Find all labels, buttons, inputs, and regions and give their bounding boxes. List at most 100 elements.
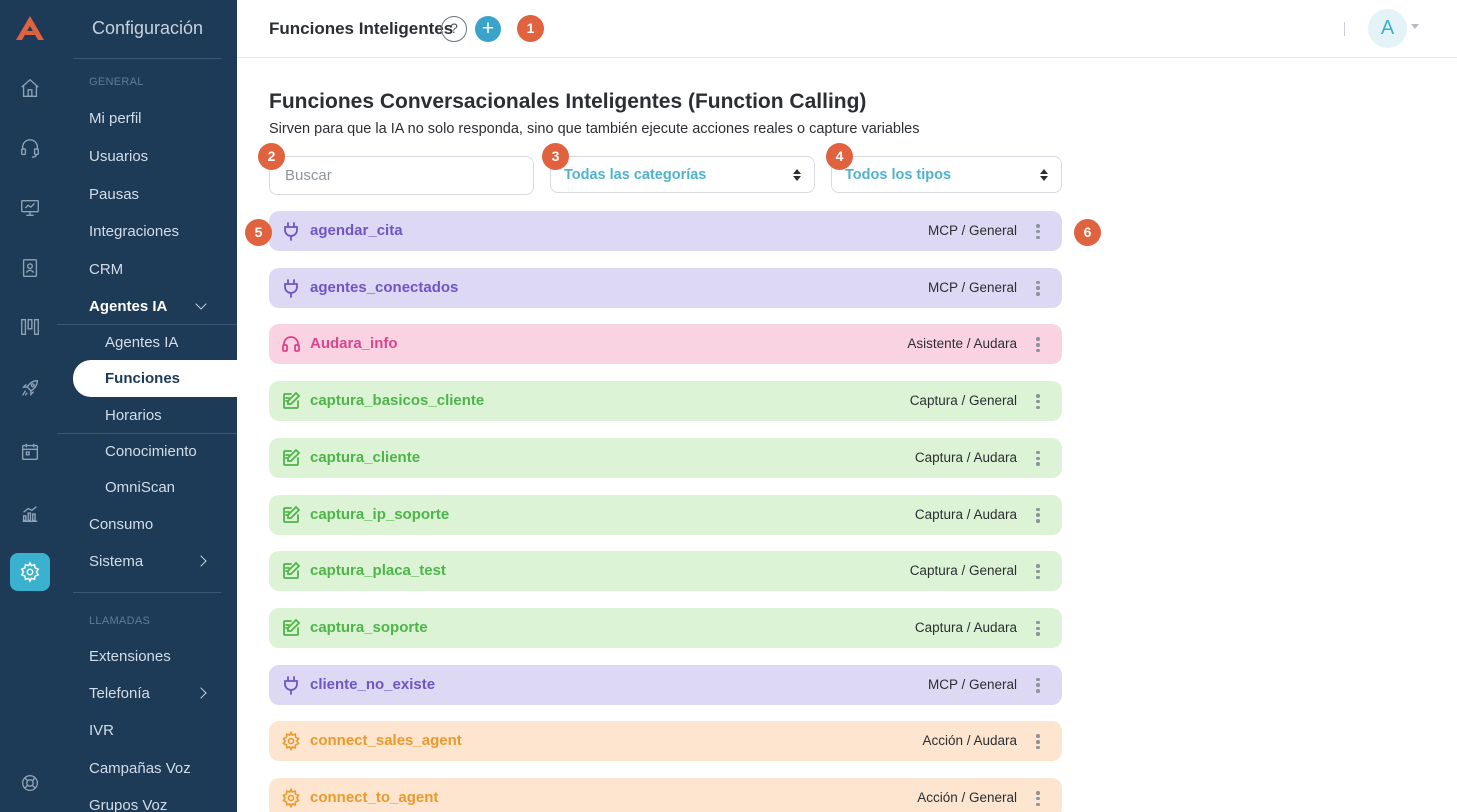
function-name[interactable]: cliente_no_existe [310,676,435,693]
more-options-icon[interactable] [1036,564,1040,580]
chevron-right-icon[interactable] [195,687,207,699]
menu-item-integraciones[interactable]: Integraciones [89,223,179,240]
more-options-icon[interactable] [1036,337,1040,353]
menu-item-telefonia[interactable]: Telefonía [89,685,150,702]
top-header: Funciones Inteligentes ? + A [237,0,1457,58]
tour-badge-6[interactable]: 6 [1074,219,1101,246]
submenu-item-conocimiento[interactable]: Conocimiento [105,443,197,460]
function-type: Acción / Audara [922,733,1017,749]
menu-item-campanas-voz[interactable]: Campañas Voz [89,760,191,777]
gear-icon [281,731,301,752]
tour-badge-1[interactable]: 1 [517,15,544,42]
kanban-icon[interactable] [16,313,44,341]
menu-item-crm[interactable]: CRM [89,261,123,278]
function-name[interactable]: captura_ip_soporte [310,506,449,523]
function-type: Captura / Audara [914,619,1017,635]
plug-icon [281,221,301,241]
more-options-icon[interactable] [1036,791,1040,806]
function-name[interactable]: connect_to_agent [310,789,438,806]
menu-divider [73,58,221,59]
menu-item-sistema[interactable]: Sistema [89,553,143,570]
menu-item-grupos-voz[interactable]: Grupos Voz [89,797,167,812]
menu-item-usuarios[interactable]: Usuarios [89,148,148,165]
function-row[interactable]: cliente_no_existe MCP / General [269,664,1062,705]
more-options-icon[interactable] [1036,507,1040,523]
app-logo[interactable] [14,14,46,42]
help-button[interactable]: ? [441,16,467,42]
header-title: Funciones Inteligentes [269,19,454,38]
section-llamadas: LLAMADAS [89,615,151,627]
function-type: MCP / General [927,279,1017,295]
capture-edit-icon [281,561,301,581]
chevron-right-icon[interactable] [195,555,207,567]
headset-icon[interactable] [16,134,44,162]
function-row[interactable]: connect_sales_agent Acción / Audara [269,721,1062,762]
more-options-icon[interactable] [1036,677,1040,693]
chevron-down-icon[interactable] [195,298,207,310]
analytics-icon[interactable] [16,500,44,528]
more-options-icon[interactable] [1036,224,1040,239]
function-row[interactable]: captura_placa_test Captura / General [269,551,1062,592]
home-icon[interactable] [16,74,44,102]
function-name[interactable]: captura_basicos_cliente [310,392,484,409]
menu-item-ivr[interactable]: IVR [89,722,114,739]
function-name[interactable]: agendar_cita [310,222,403,239]
plug-icon [281,675,301,695]
submenu-divider-top [57,324,237,325]
more-options-icon[interactable] [1036,734,1040,750]
submenu-item-horarios[interactable]: Horarios [105,407,162,424]
header-separator [1344,22,1345,36]
submenu-item-agentes-ia[interactable]: Agentes IA [105,334,178,351]
more-options-icon[interactable] [1036,280,1040,296]
more-options-icon[interactable] [1036,450,1040,466]
function-row[interactable]: captura_ip_soporte Captura / Audara [269,494,1062,535]
menu-item-mi-perfil[interactable]: Mi perfil [89,110,142,127]
tour-badge-3[interactable]: 3 [542,143,569,170]
tour-badge-2[interactable]: 2 [258,143,285,170]
function-row[interactable]: captura_basicos_cliente Captura / General [269,381,1062,422]
contacts-icon[interactable] [16,254,44,282]
rocket-icon[interactable] [16,374,44,402]
submenu-divider [57,433,237,434]
submenu-item-funciones: Funciones [105,370,181,387]
menu-item-pausas[interactable]: Pausas [89,186,139,203]
submenu-item-funciones-selected[interactable]: Funciones [73,360,237,397]
settings-menu: Configuración GENERAL Mi perfil Usuarios… [57,0,237,812]
gear-icon [281,787,301,809]
function-row[interactable]: connect_to_agent Acción / General [269,778,1062,812]
category-select[interactable]: Todas las categorías [550,156,815,193]
caret-down-icon[interactable] [1411,24,1419,29]
function-name[interactable]: Audara_info [310,335,398,352]
settings-icon[interactable] [10,553,50,591]
calendar-icon[interactable] [16,438,44,466]
menu-item-agentes-ia[interactable]: Agentes IA [89,298,167,315]
function-row[interactable]: agentes_conectados MCP / General [269,267,1062,308]
type-select[interactable]: Todos los tipos [831,156,1062,193]
function-row[interactable]: Audara_info Asistente / Audara [269,324,1062,365]
menu-item-consumo[interactable]: Consumo [89,516,153,533]
function-row[interactable]: captura_cliente Captura / Audara [269,437,1062,478]
function-row[interactable]: agendar_cita MCP / General [269,211,1062,251]
function-name[interactable]: captura_soporte [310,619,428,636]
headset-icon [281,334,301,354]
capture-edit-icon [281,391,301,411]
avatar[interactable]: A [1368,9,1407,48]
function-type: Acción / General [917,790,1017,805]
menu-item-extensiones[interactable]: Extensiones [89,648,171,665]
support-icon[interactable] [16,769,44,797]
search-input[interactable] [269,156,534,195]
function-name[interactable]: captura_cliente [310,449,420,466]
tour-badge-5[interactable]: 5 [245,219,272,246]
more-options-icon[interactable] [1036,394,1040,410]
function-name[interactable]: agentes_conectados [310,279,458,296]
function-name[interactable]: connect_sales_agent [310,732,462,749]
function-name[interactable]: captura_placa_test [310,562,446,579]
function-type: Asistente / Audara [907,336,1017,352]
tour-badge-4[interactable]: 4 [826,143,853,170]
add-function-button[interactable]: + [475,16,501,42]
section-general: GENERAL [89,76,144,88]
more-options-icon[interactable] [1036,620,1040,636]
submenu-item-omniscan[interactable]: OmniScan [105,479,175,496]
function-row[interactable]: captura_soporte Captura / Audara [269,607,1062,648]
monitor-icon[interactable] [16,194,44,222]
